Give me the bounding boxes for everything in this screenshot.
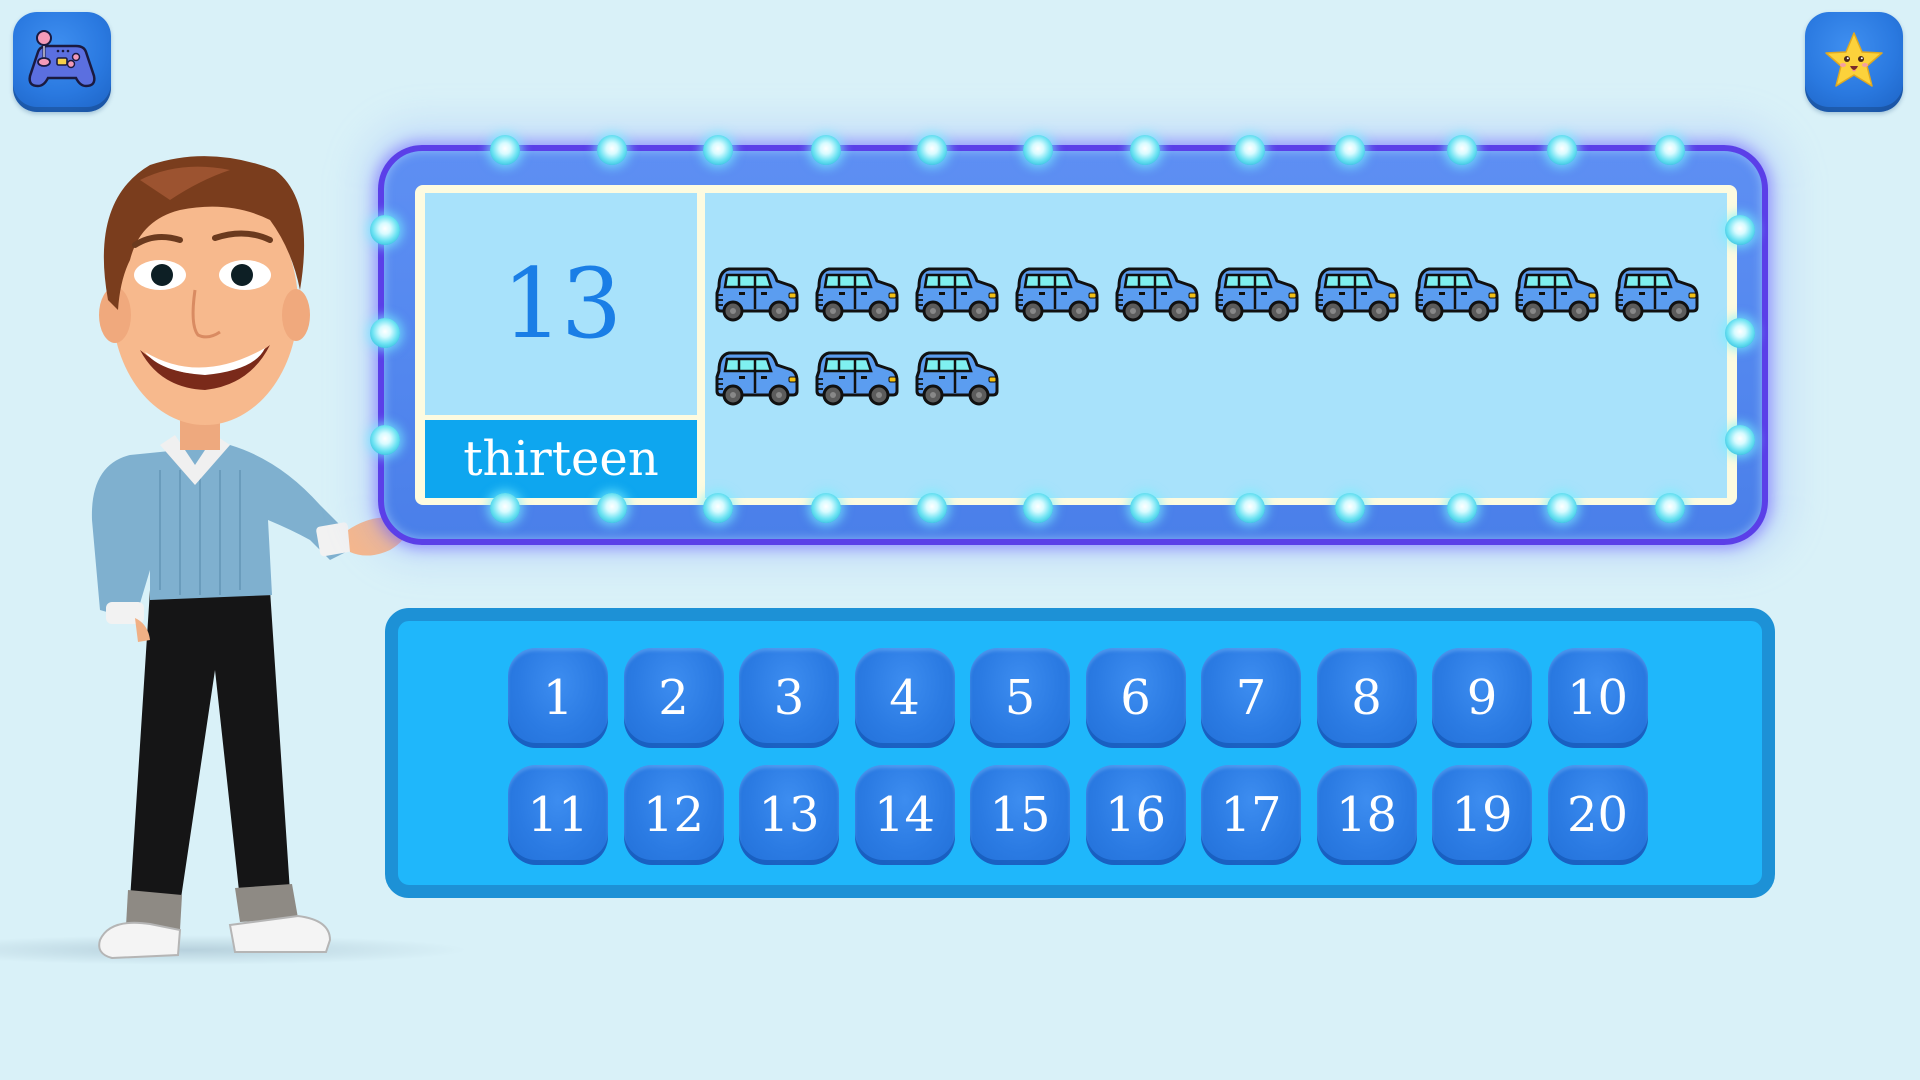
- light-bulb: [1023, 493, 1053, 523]
- answer-grid: 1 2 3 4 5 6 7 8 9 10 11 12 13 14 15 16 17 18 19 20: [508, 648, 1648, 865]
- number-value: 13: [501, 248, 622, 360]
- light-bulb: [370, 318, 400, 348]
- car-icon: [713, 347, 799, 411]
- light-bulb: [370, 215, 400, 245]
- light-bulb: [1235, 493, 1265, 523]
- answer-button-2[interactable]: 2: [623, 648, 724, 748]
- answer-button-5[interactable]: 5: [970, 648, 1070, 748]
- answer-button-13[interactable]: 13: [739, 765, 839, 865]
- light-bulb: [597, 493, 627, 523]
- light-bulb: [370, 425, 400, 455]
- answer-panel: 1 2 3 4 5 6 7 8 9 10 11 12 13 14 15 16 17 18 19 20: [385, 608, 1775, 898]
- light-bulb: [703, 493, 733, 523]
- answer-button-10[interactable]: 10: [1547, 648, 1648, 748]
- answer-button-19[interactable]: 19: [1432, 765, 1532, 865]
- light-bulb: [490, 135, 520, 165]
- car-icon: [813, 263, 899, 327]
- counting-objects-area: [705, 193, 1727, 498]
- car-icon: [1313, 263, 1399, 327]
- car-icon: [913, 263, 999, 327]
- car-icon: [813, 347, 899, 411]
- answer-button-3[interactable]: 3: [739, 648, 839, 748]
- answer-button-20[interactable]: 20: [1547, 765, 1648, 865]
- light-bulb: [1130, 135, 1160, 165]
- light-bulb: [917, 135, 947, 165]
- number-board: 13 thirteen: [415, 185, 1737, 505]
- smiling-star-icon: [1823, 30, 1885, 94]
- answer-button-11[interactable]: 11: [508, 765, 608, 865]
- light-bulb: [597, 135, 627, 165]
- light-bulb: [1655, 493, 1685, 523]
- light-bulb: [1447, 493, 1477, 523]
- light-bulb: [1335, 493, 1365, 523]
- number-word-band: thirteen: [425, 420, 697, 498]
- answer-button-16[interactable]: 16: [1085, 765, 1186, 865]
- answer-button-4[interactable]: 4: [854, 648, 955, 748]
- answer-button-9[interactable]: 9: [1432, 648, 1532, 748]
- games-button[interactable]: [13, 12, 111, 112]
- car-icon: [713, 263, 799, 327]
- answer-button-6[interactable]: 6: [1085, 648, 1186, 748]
- light-bulb: [811, 493, 841, 523]
- light-bulb: [490, 493, 520, 523]
- light-bulb: [1725, 425, 1755, 455]
- light-bulb: [811, 135, 841, 165]
- answer-button-12[interactable]: 12: [623, 765, 724, 865]
- car-icon: [1413, 263, 1499, 327]
- light-bulb: [1725, 215, 1755, 245]
- answer-button-15[interactable]: 15: [970, 765, 1070, 865]
- answer-button-14[interactable]: 14: [854, 765, 955, 865]
- light-bulb: [1447, 135, 1477, 165]
- car-icon: [1613, 263, 1699, 327]
- light-bulb: [1725, 318, 1755, 348]
- answer-button-18[interactable]: 18: [1316, 765, 1417, 865]
- car-icon: [1513, 263, 1599, 327]
- number-word: thirteen: [463, 431, 659, 487]
- answer-button-17[interactable]: 17: [1201, 765, 1301, 865]
- gamepad-icon: [24, 30, 100, 94]
- light-bulb: [1235, 135, 1265, 165]
- car-grid: [713, 263, 1723, 411]
- number-display: 13: [425, 193, 697, 415]
- light-bulb: [1547, 493, 1577, 523]
- answer-button-1[interactable]: 1: [508, 648, 608, 748]
- car-icon: [1113, 263, 1199, 327]
- stars-button[interactable]: [1805, 12, 1903, 112]
- car-icon: [1013, 263, 1099, 327]
- answer-button-8[interactable]: 8: [1316, 648, 1417, 748]
- light-bulb: [1023, 135, 1053, 165]
- light-bulb: [1335, 135, 1365, 165]
- light-bulb: [1130, 493, 1160, 523]
- light-bulb: [1547, 135, 1577, 165]
- car-icon: [1213, 263, 1299, 327]
- answer-button-7[interactable]: 7: [1201, 648, 1301, 748]
- car-icon: [913, 347, 999, 411]
- light-bulb: [703, 135, 733, 165]
- light-bulb: [917, 493, 947, 523]
- light-bulb: [1655, 135, 1685, 165]
